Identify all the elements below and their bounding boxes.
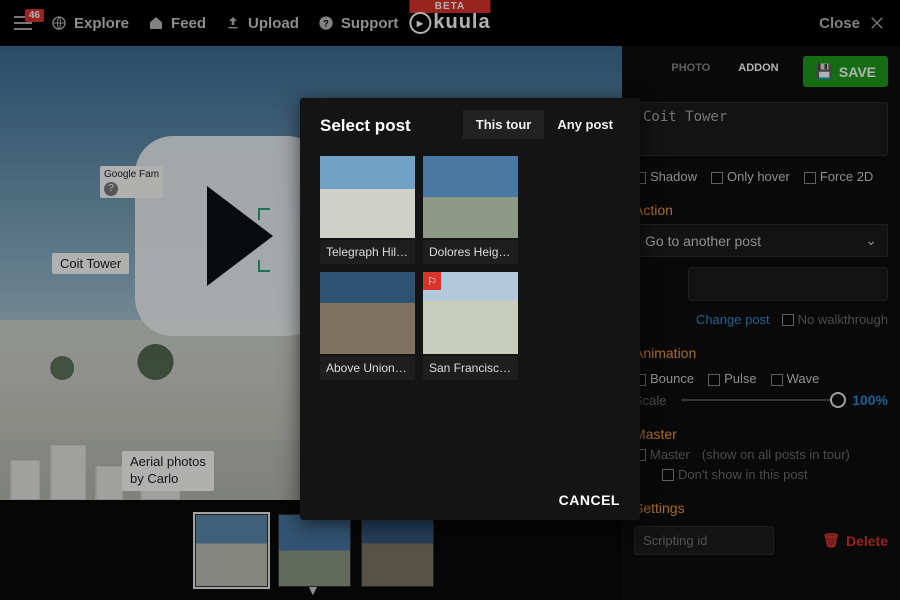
post-card[interactable]: ⚐ San Francisco a... [423, 272, 518, 380]
flag-icon: ⚐ [423, 272, 441, 290]
post-card[interactable]: Above Union Sq... [320, 272, 415, 380]
post-card[interactable]: Telegraph Hill & ... [320, 156, 415, 264]
cancel-button[interactable]: CANCEL [320, 492, 620, 508]
select-post-modal: Select post This tour Any post Telegraph… [300, 98, 640, 520]
seg-this-tour[interactable]: This tour [463, 110, 545, 139]
seg-any-post[interactable]: Any post [544, 110, 626, 139]
scope-segment: This tour Any post [463, 110, 626, 139]
post-card[interactable]: Dolores Heights, ... [423, 156, 518, 264]
